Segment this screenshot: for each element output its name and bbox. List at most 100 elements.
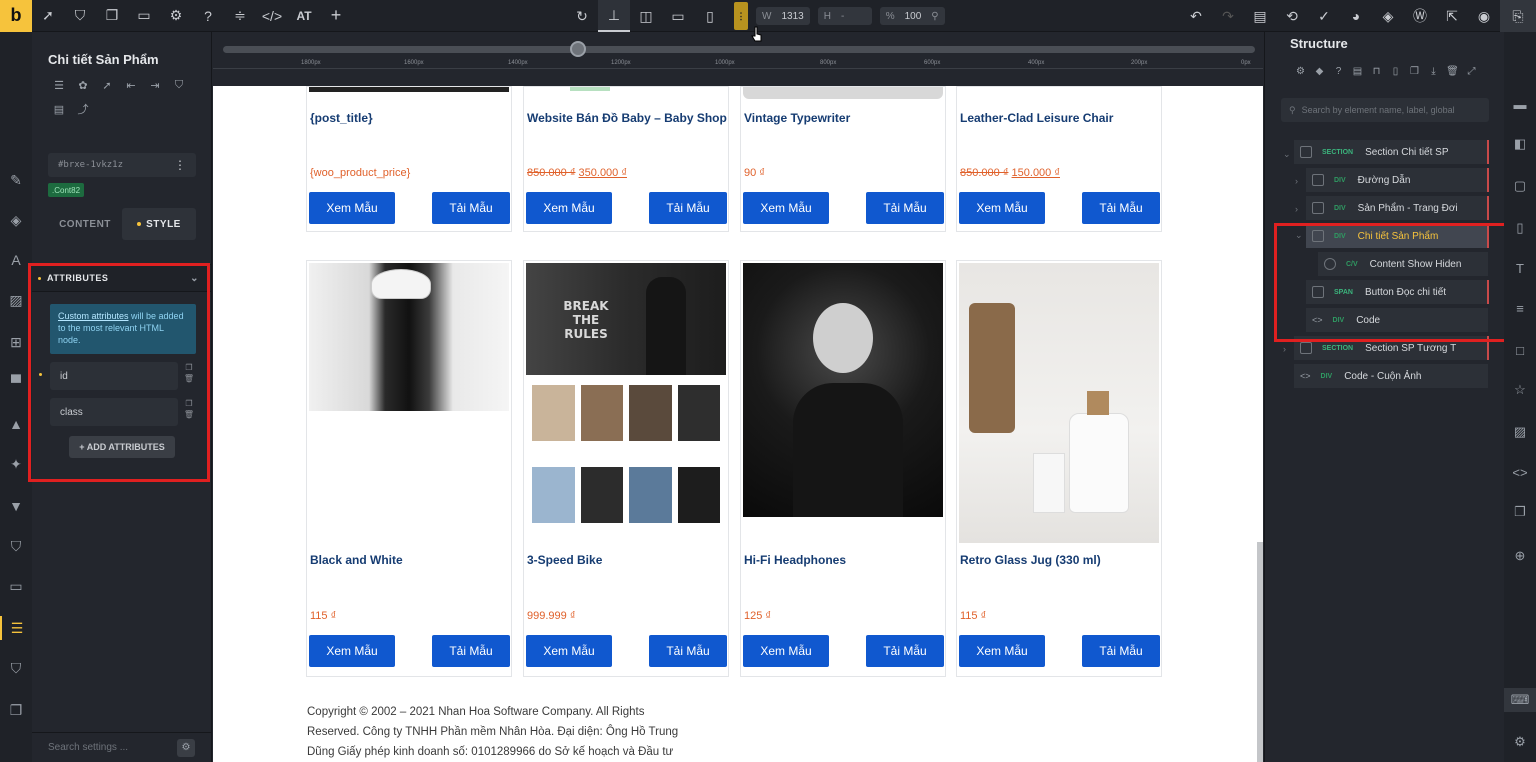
ruler-handle[interactable]: [570, 41, 586, 57]
product-image[interactable]: BREAK THE RULES: [526, 263, 726, 523]
robot-icon[interactable]: ⚙: [1293, 64, 1308, 79]
code-icon[interactable]: </>: [256, 0, 288, 32]
zoom-icon[interactable]: ⚲: [931, 11, 938, 22]
undo-icon[interactable]: ↶: [1180, 0, 1212, 32]
gallery-icon[interactable]: ❐: [1504, 500, 1536, 524]
download-button[interactable]: Tải Mẫu: [649, 635, 727, 667]
arrow-out-icon[interactable]: ⇥: [146, 76, 164, 94]
laptop-breakpoint-icon[interactable]: ◫: [630, 0, 662, 32]
keyboard-icon[interactable]: ⌨: [1504, 688, 1536, 712]
expand-icon[interactable]: ⤢: [1464, 64, 1479, 79]
layers-icon[interactable]: ◈: [1372, 0, 1404, 32]
copy-icon[interactable]: ❐: [1407, 64, 1422, 79]
view-demo-button[interactable]: Xem Mẫu: [309, 192, 395, 224]
product-title[interactable]: 3-Speed Bike: [527, 551, 727, 569]
sidebar-icon[interactable]: ◧: [1504, 132, 1536, 156]
chevron-right-icon[interactable]: ›: [1295, 204, 1298, 214]
gear-icon[interactable]: ⚙: [177, 738, 195, 757]
html-icon[interactable]: ⛉: [0, 656, 32, 680]
tablet-landscape-icon[interactable]: ▭: [662, 0, 694, 32]
class-chip[interactable]: .Cont82: [48, 183, 85, 197]
more-options-icon[interactable]: ⋮: [174, 158, 186, 172]
height-field[interactable]: H-: [817, 7, 872, 25]
filter-icon[interactable]: ▼: [0, 494, 32, 518]
check-icon[interactable]: ✓: [1308, 0, 1340, 32]
product-title[interactable]: Hi-Fi Headphones: [744, 551, 944, 569]
view-demo-button[interactable]: Xem Mẫu: [309, 635, 395, 667]
star-icon[interactable]: ☆: [1504, 378, 1536, 402]
settings-icon[interactable]: ⚙: [1504, 730, 1536, 754]
canvas-scrollbar[interactable]: [1257, 542, 1263, 762]
block-icon[interactable]: ▯: [1504, 216, 1536, 240]
cursor-icon[interactable]: ➚: [32, 0, 64, 32]
html5-icon[interactable]: ⛉: [64, 0, 96, 32]
edit-icon[interactable]: ✎: [0, 168, 32, 192]
trash-icon[interactable]: 🗑: [1445, 64, 1460, 79]
download-button[interactable]: Tải Mẫu: [1082, 192, 1160, 224]
tag-icon[interactable]: ◆: [1312, 64, 1327, 79]
element-id-field[interactable]: #brxe-1vkz1z ⋮: [48, 153, 196, 177]
gear-icon[interactable]: ⚙: [160, 0, 192, 32]
view-demo-button[interactable]: Xem Mẫu: [526, 635, 612, 667]
view-demo-button[interactable]: Xem Mẫu: [743, 635, 829, 667]
refresh-icon[interactable]: ↻: [566, 0, 598, 32]
box-icon[interactable]: □: [1504, 338, 1536, 362]
at-button[interactable]: AT: [288, 0, 320, 32]
lock-icon[interactable]: ⊓: [1369, 64, 1384, 79]
list-icon[interactable]: ▤: [50, 100, 68, 118]
preview-eye-icon[interactable]: ◉: [1468, 0, 1500, 32]
rich-text-icon[interactable]: ≡: [1504, 296, 1536, 320]
structure-search-input[interactable]: ⚲ Search by element name, label, global: [1281, 98, 1489, 122]
builder-canvas[interactable]: 1800px 1600px 1400px 1200px 1000px 800px…: [213, 32, 1263, 762]
database-icon[interactable]: ☰: [0, 616, 32, 640]
download-button[interactable]: Tải Mẫu: [866, 635, 944, 667]
download-button[interactable]: Tải Mẫu: [649, 192, 727, 224]
badge-icon[interactable]: ✿: [74, 76, 92, 94]
view-demo-button[interactable]: Xem Mẫu: [959, 635, 1045, 667]
download-button[interactable]: Tải Mẫu: [432, 635, 510, 667]
product-title[interactable]: Retro Glass Jug (330 ml): [960, 551, 1160, 569]
product-title[interactable]: Website Bán Đồ Baby – Baby Shop: [527, 109, 727, 127]
css3-icon[interactable]: ⛉: [0, 534, 32, 558]
save-icon[interactable]: ⎘: [1500, 0, 1536, 32]
template-icon[interactable]: ▤: [1244, 0, 1276, 32]
export-icon[interactable]: ⤴: [74, 100, 92, 118]
wordpress-icon[interactable]: Ⓦ: [1404, 0, 1436, 32]
image-icon[interactable]: ▨: [1504, 420, 1536, 444]
folder-icon[interactable]: ▭: [128, 0, 160, 32]
css-icon[interactable]: ⛉: [170, 76, 188, 94]
tab-style[interactable]: STYLE: [122, 208, 196, 240]
text-icon[interactable]: T: [1504, 256, 1536, 280]
section-icon[interactable]: ▬: [1504, 92, 1536, 116]
bricks-logo[interactable]: b: [0, 0, 32, 32]
tab-content[interactable]: CONTENT: [48, 208, 122, 240]
view-demo-button[interactable]: Xem Mẫu: [959, 192, 1045, 224]
sliders-icon[interactable]: ≑: [224, 0, 256, 32]
redo-icon[interactable]: ↷: [1212, 0, 1244, 32]
tree-node-div[interactable]: DIV Đường Dẫn: [1306, 168, 1489, 192]
tree-node-code[interactable]: <> DIV Code - Cuộn Ảnh: [1294, 364, 1488, 388]
list-icon[interactable]: ▤: [1350, 64, 1365, 79]
container-icon[interactable]: ▢: [1504, 174, 1536, 198]
product-title[interactable]: Black and White: [310, 551, 510, 569]
product-title[interactable]: Vintage Typewriter: [744, 109, 944, 127]
chevron-right-icon[interactable]: ›: [1295, 176, 1298, 186]
product-title[interactable]: Leather-Clad Leisure Chair: [960, 109, 1160, 127]
help-icon[interactable]: ?: [1331, 64, 1346, 79]
product-image[interactable]: [309, 263, 509, 411]
view-demo-button[interactable]: Xem Mẫu: [526, 192, 612, 224]
search-settings-input[interactable]: Search settings ... ⚙: [32, 732, 211, 762]
product-image[interactable]: [743, 263, 943, 517]
clipboard-icon[interactable]: ▯: [1388, 64, 1403, 79]
help-icon[interactable]: ?: [192, 0, 224, 32]
add-icon[interactable]: +: [320, 0, 352, 32]
palette-icon[interactable]: ◕: [1340, 0, 1372, 32]
chevron-down-icon[interactable]: ⌄: [1283, 149, 1291, 160]
product-image[interactable]: [959, 263, 1159, 543]
external-link-icon[interactable]: ⇱: [1436, 0, 1468, 32]
chevron-right-icon[interactable]: ›: [1283, 344, 1286, 354]
download-icon[interactable]: ⤓: [1426, 64, 1441, 79]
card-icon[interactable]: ▭: [0, 574, 32, 598]
tree-node-section[interactable]: SECTION Section Chi tiết SP: [1294, 140, 1489, 164]
desktop-breakpoint-icon[interactable]: ⊥: [598, 0, 630, 32]
